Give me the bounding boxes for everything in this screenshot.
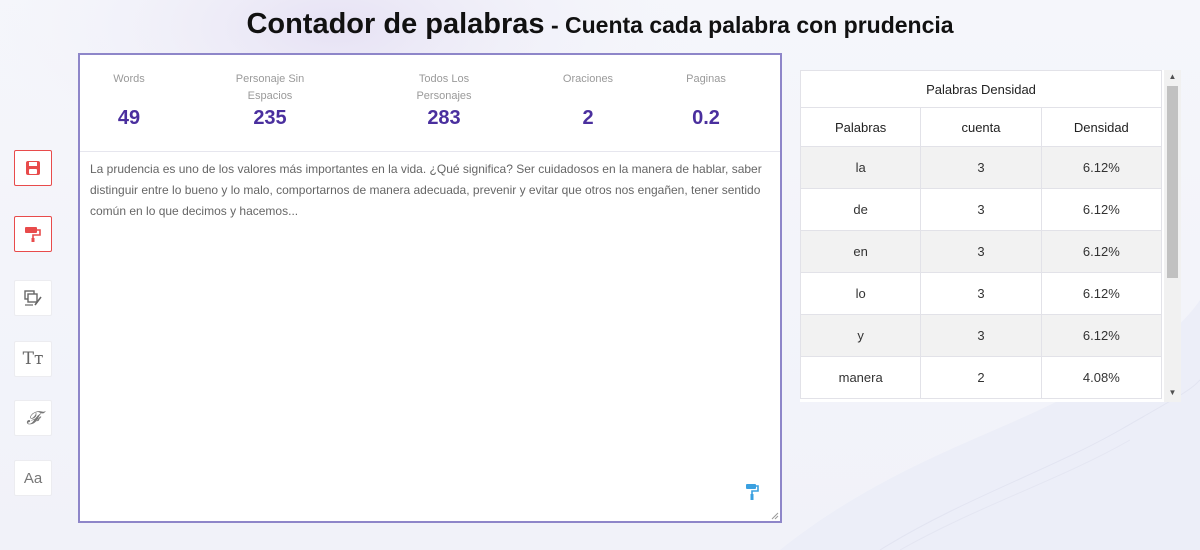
table-row: lo 3 6.12%: [800, 272, 1163, 315]
stat-words-value: 49: [117, 107, 141, 129]
font-style-icon: 𝓕: [26, 407, 40, 429]
save-icon: [26, 161, 40, 175]
cell-density: 6.12%: [1040, 146, 1163, 189]
copy-edit-button[interactable]: [14, 280, 52, 316]
stat-pages: Paginas 0.2: [666, 71, 746, 129]
paint-roller-icon: [25, 227, 41, 242]
cell-word: la: [800, 146, 922, 189]
cell-word: y: [800, 314, 922, 357]
cell-density: 4.08%: [1040, 356, 1163, 399]
stat-chars-no-spaces: Personaje Sin Espacios 235: [220, 71, 320, 129]
cell-count: 3: [920, 230, 1042, 273]
cell-count: 3: [920, 188, 1042, 231]
cell-count: 3: [920, 146, 1042, 189]
page-title-main: Contador de palabras: [246, 8, 545, 40]
table-row: en 3 6.12%: [800, 230, 1163, 273]
cell-density: 6.12%: [1040, 272, 1163, 315]
editor-panel: Words 49 Personaje Sin Espacios 235 Todo…: [78, 53, 782, 523]
stat-sentences-label: Oraciones: [562, 73, 614, 85]
density-table-caption: Palabras Densidad: [800, 70, 1162, 108]
cell-density: 6.12%: [1040, 314, 1163, 357]
paint-drop-icon[interactable]: [744, 483, 760, 501]
density-table-panel: Palabras Densidad Palabras cuenta Densid…: [800, 70, 1181, 402]
cell-word: en: [800, 230, 922, 273]
stat-sentences-value: 2: [582, 107, 594, 129]
stat-all-chars-label: Todos Los Personajes: [416, 73, 472, 102]
resize-handle-icon[interactable]: [769, 510, 779, 520]
page-title: Contador de palabras - Cuenta cada palab…: [0, 8, 1200, 41]
table-row: de 3 6.12%: [800, 188, 1163, 231]
scroll-up-arrow-icon[interactable]: ▲: [1164, 70, 1181, 84]
scroll-down-arrow-icon[interactable]: ▼: [1164, 386, 1181, 400]
cell-density: 6.12%: [1040, 188, 1163, 231]
density-table: Palabras Densidad Palabras cuenta Densid…: [800, 70, 1163, 399]
text-size-icon: Tт: [22, 349, 44, 369]
column-header-count: cuenta: [920, 107, 1042, 147]
stats-bar: Words 49 Personaje Sin Espacios 235 Todo…: [80, 55, 780, 152]
column-header-words: Palabras: [800, 107, 922, 147]
stat-all-chars-value: 283: [427, 107, 461, 129]
cell-density: 6.12%: [1040, 230, 1163, 273]
stat-words: Words 49: [92, 71, 166, 129]
scrollbar-thumb[interactable]: [1167, 86, 1178, 278]
cell-count: 3: [920, 314, 1042, 357]
cell-word: de: [800, 188, 922, 231]
stat-pages-value: 0.2: [692, 107, 720, 129]
cell-word: manera: [800, 356, 922, 399]
cell-count: 3: [920, 272, 1042, 315]
stat-all-chars: Todos Los Personajes 283: [398, 71, 490, 129]
column-header-density: Densidad: [1040, 107, 1163, 147]
copy-edit-icon: [24, 290, 42, 306]
cell-word: lo: [800, 272, 922, 315]
letter-case-icon: Aa: [23, 469, 43, 487]
stat-chars-no-spaces-label: Personaje Sin Espacios: [235, 73, 305, 102]
table-row: manera 2 4.08%: [800, 356, 1163, 399]
text-size-button[interactable]: Tт: [14, 341, 52, 377]
font-style-button[interactable]: 𝓕: [14, 400, 52, 436]
cell-count: 2: [920, 356, 1042, 399]
stat-pages-label: Paginas: [686, 73, 726, 85]
stat-sentences: Oraciones 2: [548, 71, 628, 129]
table-row: la 3 6.12%: [800, 146, 1163, 189]
table-scrollbar[interactable]: ▲ ▼: [1164, 70, 1181, 402]
text-input-area[interactable]: La prudencia es uno de los valores más i…: [90, 159, 774, 222]
format-paint-button[interactable]: [14, 216, 52, 252]
stat-words-label: Words: [113, 73, 145, 85]
page-title-sub: - Cuenta cada palabra con prudencia: [544, 12, 954, 38]
letter-case-button[interactable]: Aa: [14, 460, 52, 496]
table-row: y 3 6.12%: [800, 314, 1163, 357]
stat-chars-no-spaces-value: 235: [253, 107, 287, 129]
save-button[interactable]: [14, 150, 52, 186]
